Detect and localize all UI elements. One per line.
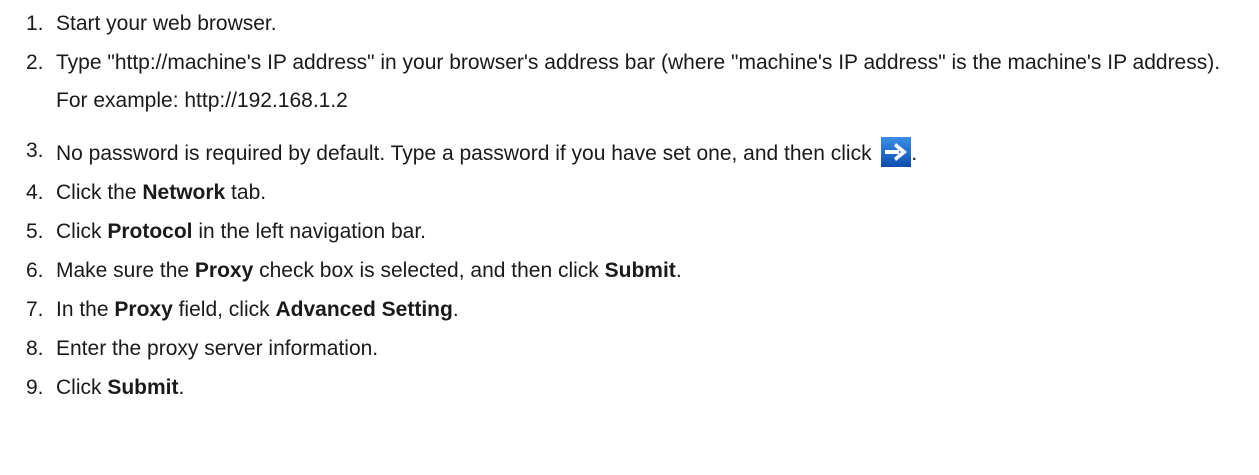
step-2: 2. Type "http://machine's IP address" in…	[26, 49, 1259, 115]
step-number: 8.	[26, 337, 44, 360]
ui-term-advanced-setting: Advanced Setting	[275, 298, 453, 321]
ui-term-protocol: Protocol	[107, 220, 193, 243]
step-text: Start your web browser.	[56, 12, 277, 35]
step-1: 1. Start your web browser.	[26, 10, 1259, 38]
step-text: Type "http://machine's IP address" in yo…	[56, 51, 1221, 74]
step-9: 9. Click Submit.	[26, 374, 1259, 402]
step-8: 8. Enter the proxy server information.	[26, 335, 1259, 363]
step-text-end: .	[911, 142, 918, 165]
ui-term-proxy: Proxy	[114, 298, 173, 321]
step-number: 1.	[26, 12, 44, 35]
ui-term-proxy: Proxy	[194, 259, 254, 282]
step-6: 6. Make sure the Proxy check box is sele…	[26, 257, 1259, 285]
step-7: 7. In the Proxy field, click Advanced Se…	[26, 296, 1259, 324]
step-number: 7.	[26, 298, 44, 321]
step-example: For example: http://192.168.1.2	[56, 89, 348, 112]
step-number: 3.	[26, 139, 44, 162]
step-text: check box is selected, and then click	[253, 259, 605, 282]
step-text: tab.	[225, 181, 267, 204]
step-text: Click	[56, 220, 108, 243]
ui-term-submit: Submit	[604, 259, 676, 282]
step-text: Make sure the	[56, 259, 195, 282]
step-text: Click the	[56, 181, 143, 204]
step-number: 2.	[26, 51, 44, 74]
step-text: .	[452, 298, 459, 321]
step-text: .	[178, 376, 185, 399]
ui-term-network: Network	[142, 181, 226, 204]
step-number: 9.	[26, 376, 44, 399]
step-text: in the left navigation bar.	[192, 220, 427, 243]
step-number: 6.	[26, 259, 44, 282]
step-text: In the	[56, 298, 115, 321]
step-3: 3. No password is required by default. T…	[26, 137, 1259, 168]
step-text: field, click	[172, 298, 276, 321]
step-4: 4. Click the Network tab.	[26, 179, 1259, 207]
step-number: 4.	[26, 181, 44, 204]
step-text: Click	[56, 376, 108, 399]
step-number: 5.	[26, 220, 44, 243]
step-5: 5. Click Protocol in the left navigation…	[26, 218, 1259, 246]
step-text: No password is required by default. Type…	[56, 142, 878, 165]
ui-term-submit: Submit	[107, 376, 179, 399]
step-text: Enter the proxy server information.	[56, 337, 379, 360]
right-arrow-icon	[881, 137, 912, 167]
step-text: .	[675, 259, 682, 282]
instruction-steps: 1. Start your web browser. 2. Type "http…	[0, 0, 1259, 402]
